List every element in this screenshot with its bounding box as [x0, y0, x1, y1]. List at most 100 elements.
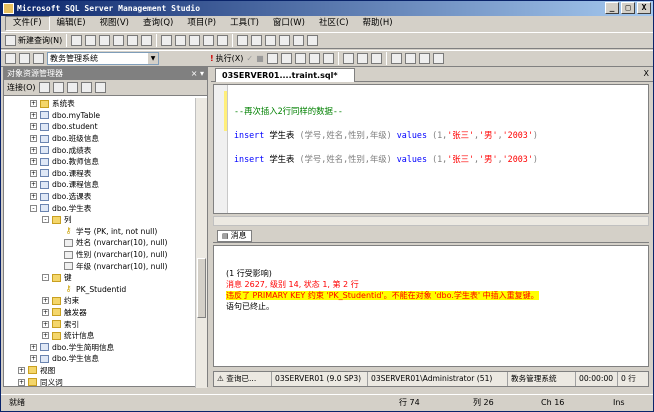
compact-query-icon[interactable] — [141, 35, 153, 46]
disconnect-icon[interactable] — [52, 82, 64, 93]
menu-edit[interactable]: 编辑(E) — [50, 17, 93, 30]
comment-out-icon[interactable] — [390, 53, 402, 64]
summary-icon[interactable] — [293, 35, 305, 46]
expand-icon[interactable]: + — [18, 378, 25, 386]
expand-icon[interactable]: + — [42, 297, 49, 305]
tab-query-file[interactable]: 03SERVER01....traint.sql* — [215, 68, 355, 82]
xmla-query-icon[interactable] — [127, 35, 139, 46]
check-button[interactable]: ✓ — [246, 54, 253, 63]
connect-icon[interactable] — [38, 82, 50, 93]
tree-node[interactable]: ⚷ 学号 (PK, int, not null) — [4, 226, 196, 238]
sql-code[interactable]: --再次插入2行同样的数据-- insert 学生表 (学号,姓名,性别,年级)… — [234, 93, 538, 189]
tree-node[interactable]: + dbo.成绩表 — [4, 144, 196, 156]
tree-node[interactable]: 姓名 (nvarchar(10), null) — [4, 237, 196, 249]
scroll-thumb[interactable] — [197, 258, 206, 318]
close-button[interactable]: X — [637, 2, 651, 14]
disconnect-icon[interactable] — [19, 53, 30, 64]
open-file-icon[interactable] — [161, 35, 173, 46]
tree-node[interactable]: + 系统表 — [4, 98, 196, 110]
expand-icon[interactable]: + — [30, 111, 37, 119]
tree-node[interactable]: + dbo.学生简明信息 — [4, 341, 196, 353]
menu-community[interactable]: 社区(C) — [312, 17, 356, 30]
decrease-indent-icon[interactable] — [418, 53, 430, 64]
tree-node[interactable]: + 触发器 — [4, 307, 196, 319]
new-query-button[interactable]: 新建查询(N) — [5, 35, 62, 46]
tree-node[interactable]: ⚷ PK_Studentid — [4, 284, 196, 296]
include-plan-icon[interactable] — [308, 53, 320, 64]
open-folder-icon[interactable] — [175, 35, 187, 46]
tree-node[interactable]: + dbo.班级信息 — [4, 133, 196, 145]
expand-icon[interactable]: + — [30, 181, 37, 189]
expand-icon[interactable]: + — [42, 320, 49, 328]
results-to-grid-icon[interactable] — [356, 53, 368, 64]
menu-query[interactable]: 查询(Q) — [136, 17, 180, 30]
dmx-query-icon[interactable] — [113, 35, 125, 46]
tab-messages[interactable]: ▤ 消息 — [217, 229, 252, 242]
connect-dropdown[interactable]: 连接(O) — [7, 82, 36, 93]
expand-icon[interactable]: + — [30, 146, 37, 154]
sql-editor[interactable]: --再次插入2行同样的数据-- insert 学生表 (学号,姓名,性别,年级)… — [213, 84, 649, 214]
filter-icon[interactable] — [80, 82, 92, 93]
menu-window[interactable]: 窗口(W) — [266, 17, 312, 30]
object-explorer-icon[interactable] — [251, 35, 263, 46]
expand-icon[interactable]: + — [30, 158, 37, 166]
execute-button[interactable]: ! 执行(X) — [210, 53, 243, 64]
tree-node[interactable]: + 约束 — [4, 295, 196, 307]
tree-node[interactable]: + 视图 — [4, 365, 196, 377]
expand-icon[interactable]: + — [42, 308, 49, 316]
tree-node[interactable]: + dbo.student — [4, 121, 196, 133]
tree-node[interactable]: + 同义词 — [4, 376, 196, 386]
tree-node[interactable]: + 统计信息 — [4, 330, 196, 342]
tree-node[interactable]: + dbo.学生信息 — [4, 353, 196, 365]
client-stats-icon[interactable] — [322, 53, 334, 64]
query-designer-icon[interactable] — [294, 53, 306, 64]
tree-node[interactable]: + dbo.myTable — [4, 110, 196, 122]
display-plan-icon[interactable] — [280, 53, 292, 64]
menu-view[interactable]: 视图(V) — [93, 17, 136, 30]
collapse-icon[interactable]: - — [42, 274, 49, 282]
tree-node[interactable]: + dbo.课程信息 — [4, 179, 196, 191]
save-icon[interactable] — [189, 35, 201, 46]
toolbox-icon[interactable] — [307, 35, 319, 46]
connect-icon[interactable] — [5, 53, 16, 64]
tree-node[interactable]: + dbo.教师信息 — [4, 156, 196, 168]
template-explorer-icon[interactable] — [265, 35, 277, 46]
minimize-button[interactable]: _ — [605, 2, 619, 14]
parse-icon[interactable] — [266, 53, 278, 64]
expand-icon[interactable]: + — [18, 366, 25, 374]
editor-hscrollbar[interactable] — [213, 216, 649, 226]
change-connection-icon[interactable] — [33, 53, 44, 64]
expand-icon[interactable]: + — [30, 169, 37, 177]
database-select[interactable]: 教务管理系统 ▼ — [47, 52, 159, 65]
save-all-icon[interactable] — [203, 35, 215, 46]
expand-icon[interactable]: + — [30, 193, 37, 201]
database-engine-query-icon[interactable] — [71, 35, 83, 46]
registered-servers-icon[interactable] — [237, 35, 249, 46]
expand-icon[interactable]: + — [30, 355, 37, 363]
panel-close-icon[interactable]: × ▾ — [191, 68, 204, 80]
analysis-query-icon[interactable] — [85, 35, 97, 46]
collapse-icon[interactable]: - — [30, 204, 37, 212]
properties-icon[interactable] — [279, 35, 291, 46]
expand-icon[interactable]: + — [30, 100, 37, 108]
stop-icon[interactable] — [66, 82, 78, 93]
mdx-query-icon[interactable] — [99, 35, 111, 46]
tree-node[interactable]: 性别 (nvarchar(10), null) — [4, 249, 196, 261]
tree-node[interactable]: -键 — [4, 272, 196, 284]
tree-node[interactable]: + dbo.选课表 — [4, 191, 196, 203]
stop-button[interactable]: ■ — [256, 54, 264, 63]
menu-tools[interactable]: 工具(T) — [223, 17, 266, 30]
tree-node[interactable]: + 索引 — [4, 318, 196, 330]
expand-icon[interactable]: + — [42, 332, 49, 340]
close-tab-icon[interactable]: X — [644, 69, 649, 78]
tree-node[interactable]: -列 — [4, 214, 196, 226]
tree-node[interactable]: + dbo.课程表 — [4, 168, 196, 180]
tree-scrollbar[interactable] — [195, 98, 207, 388]
expand-icon[interactable]: + — [30, 123, 37, 131]
maximize-button[interactable]: □ — [621, 2, 635, 14]
menu-project[interactable]: 项目(P) — [180, 17, 223, 30]
menu-file[interactable]: 文件(F) — [5, 16, 50, 31]
refresh-icon[interactable] — [94, 82, 106, 93]
print-icon[interactable] — [217, 35, 229, 46]
increase-indent-icon[interactable] — [432, 53, 444, 64]
